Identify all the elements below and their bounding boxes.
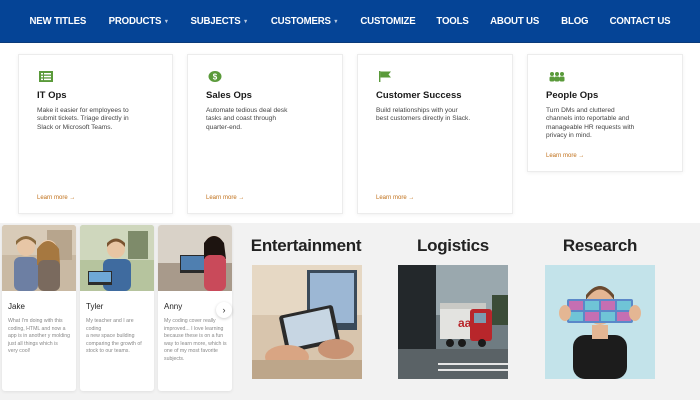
- svg-text:$: $: [213, 73, 218, 82]
- learn-more-link[interactable]: Learn more →: [546, 153, 584, 159]
- top-navigation: NEW TITLES PRODUCTS ▾ SUBJECTS ▾ CUSTOMERS…: [0, 0, 700, 43]
- logistics-image[interactable]: aa: [398, 265, 508, 379]
- nav-customers[interactable]: CUSTOMERS ▾: [271, 15, 337, 27]
- tyler-photo: [80, 225, 154, 291]
- category-title-entertainment[interactable]: Entertainment: [236, 236, 376, 256]
- testimonial-card-jake: Jake What I'm doing with this coding, HTM…: [2, 225, 76, 391]
- nav-tools[interactable]: TOOLS: [437, 15, 469, 27]
- nav-label: TOOLS: [436, 15, 470, 27]
- nav-new-titles[interactable]: NEW TITLES: [29, 15, 86, 27]
- feature-description: Make it easier for employees to submit ti…: [37, 107, 129, 131]
- chevron-down-icon: ▾: [244, 18, 248, 25]
- learn-more-link[interactable]: Learn more →: [37, 195, 75, 201]
- nav-label: NEW TITLES: [29, 15, 86, 27]
- jake-photo: [2, 225, 76, 291]
- nav-label: BLOG: [560, 15, 589, 27]
- svg-text:aa: aa: [458, 316, 472, 330]
- feature-card-sales-ops: $ Sales Ops Automate tedious deal desk ta…: [187, 54, 343, 214]
- learn-more-link[interactable]: Learn more →: [206, 195, 244, 201]
- nav-about-us[interactable]: ABOUT US: [491, 15, 540, 27]
- entertainment-image[interactable]: [252, 265, 362, 379]
- chevron-right-icon: ›: [222, 305, 226, 315]
- nav-products[interactable]: PRODUCTS ▾: [109, 15, 168, 27]
- category-title-research[interactable]: Research: [530, 236, 670, 256]
- nav-blog[interactable]: BLOG: [561, 15, 588, 27]
- chevron-down-icon: ▾: [334, 18, 337, 25]
- research-image[interactable]: [545, 265, 655, 379]
- anny-photo: [158, 225, 232, 291]
- dollar-icon: $: [208, 71, 222, 82]
- feature-title: People Ops: [546, 90, 599, 101]
- nav-customize[interactable]: CUSTOMIZE: [360, 15, 415, 27]
- feature-description: Automate tedious deal desk tasks and coas…: [206, 107, 288, 131]
- chevron-down-icon: ▾: [165, 18, 168, 25]
- nav-label: CUSTOMIZE: [360, 15, 416, 27]
- feature-card-people-ops: People Ops Turn DMs and cluttered channel…: [527, 54, 683, 172]
- category-title-logistics[interactable]: Logistics: [383, 236, 523, 256]
- people-icon: [549, 72, 565, 82]
- feature-title: Sales Ops: [206, 90, 252, 101]
- nav-label: ABOUT US: [490, 15, 540, 27]
- nav-label: CONTACT US: [609, 15, 671, 27]
- carousel-next-button[interactable]: ›: [216, 302, 232, 318]
- nav-subjects[interactable]: SUBJECTS ▾: [190, 15, 248, 27]
- person-quote: My teacher and I are coding a new space b…: [86, 318, 142, 355]
- nav-label: CUSTOMERS: [270, 15, 331, 27]
- feature-card-it-ops: IT Ops Make it easier for employees to su…: [18, 54, 173, 214]
- person-quote: My coding cover really improved... I love…: [164, 318, 227, 362]
- nav-contact-us[interactable]: CONTACT US: [610, 15, 671, 27]
- person-quote: What I'm doing with this coding, HTML and…: [8, 318, 70, 355]
- list-icon: [39, 71, 53, 82]
- learn-more-link[interactable]: Learn more →: [376, 195, 414, 201]
- person-name: Jake: [8, 302, 25, 311]
- person-name: Tyler: [86, 302, 104, 311]
- nav-label: PRODUCTS: [108, 15, 162, 27]
- feature-title: IT Ops: [37, 90, 67, 101]
- feature-title: Customer Success: [376, 90, 462, 101]
- nav-label: SUBJECTS: [190, 15, 241, 27]
- person-name: Anny: [164, 302, 183, 311]
- feature-card-customer-success: Customer Success Build relationships wit…: [357, 54, 513, 214]
- feature-description: Turn DMs and cluttered channels into repo…: [546, 107, 635, 139]
- flag-icon: [379, 71, 391, 82]
- testimonial-card-tyler: Tyler My teacher and I are coding a new s…: [80, 225, 154, 391]
- feature-description: Build relationships with your best custom…: [376, 107, 471, 123]
